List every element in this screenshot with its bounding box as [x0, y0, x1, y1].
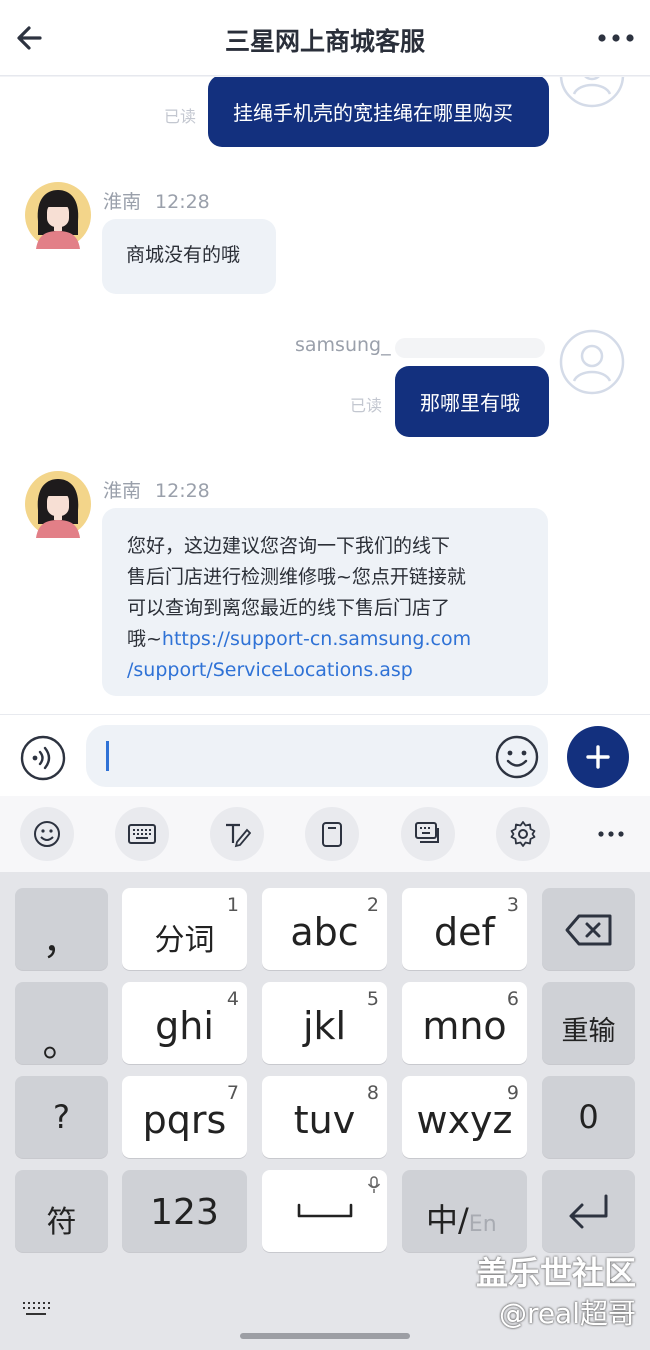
hide-keyboard-icon[interactable]: [20, 1298, 52, 1322]
key-7[interactable]: pqrs 7: [122, 1076, 247, 1158]
message-text: 商城没有的哦: [126, 244, 241, 266]
agent-avatar-icon: [24, 470, 92, 538]
message-line: 您好，这边建议您咨询一下我们的线下: [127, 535, 451, 557]
clipboard-icon[interactable]: [305, 807, 359, 861]
message-input[interactable]: [86, 725, 548, 787]
backspace-icon: [565, 914, 612, 946]
key-2[interactable]: abc 2: [262, 888, 387, 970]
settings-icon[interactable]: [496, 807, 550, 861]
watermark-community: 盖乐世社区: [475, 1254, 636, 1292]
home-indicator: [240, 1333, 410, 1339]
message-text: 那哪里有哦: [420, 391, 520, 415]
enter-key[interactable]: [542, 1170, 635, 1252]
message-time: 12:28: [155, 480, 210, 502]
message-meta: 淮南 12:28: [103, 476, 210, 503]
key-5[interactable]: jkl 5: [262, 982, 387, 1064]
read-status: 已读: [350, 396, 383, 415]
agent-avatar-icon: [24, 181, 92, 249]
text-caret: [106, 741, 109, 771]
microphone-icon: [367, 1176, 381, 1193]
key-0[interactable]: 0: [542, 1076, 635, 1158]
key-9[interactable]: wxyz 9: [402, 1076, 527, 1158]
enter-icon: [569, 1194, 608, 1229]
message-line: 售后门店进行检测维修哦~您点开链接就: [127, 566, 466, 588]
chat-screen: 三星网上商城客服 已读 挂绳手机壳的宽挂绳在哪里购买 淮南 12:28 商城没有…: [0, 0, 650, 1350]
outgoing-message[interactable]: 那哪里有哦: [395, 366, 549, 437]
plus-icon: [586, 745, 610, 769]
space-icon: [297, 1203, 353, 1218]
more-icon[interactable]: [596, 24, 636, 52]
keyboard-icon[interactable]: [115, 807, 169, 861]
page-title: 三星网上商城客服: [224, 27, 425, 56]
key-period[interactable]: 。: [15, 982, 108, 1065]
add-attachment-button[interactable]: [567, 726, 629, 788]
input-bar: [0, 714, 650, 796]
keyboard-toolbar: [0, 796, 650, 872]
key-comma[interactable]: ，: [15, 888, 108, 970]
message-text: 挂绳手机壳的宽挂绳在哪里购买: [233, 101, 513, 125]
outgoing-message[interactable]: 挂绳手机壳的宽挂绳在哪里购买: [208, 77, 549, 147]
numbers-key[interactable]: 123: [122, 1170, 247, 1252]
symbols-key[interactable]: 符: [15, 1170, 108, 1252]
watermark-author: @real超哥: [498, 1297, 636, 1330]
key-1[interactable]: 分词 1: [122, 888, 247, 970]
message-time: 12:28: [155, 191, 210, 213]
header: 三星网上商城客服: [0, 0, 650, 76]
key-6[interactable]: mno 6: [402, 982, 527, 1064]
one-handed-keyboard-icon[interactable]: [401, 807, 455, 861]
sender-name: samsung_: [295, 334, 550, 364]
service-location-link-continued[interactable]: /support/ServiceLocations.asp: [127, 655, 471, 686]
space-key[interactable]: [262, 1170, 387, 1252]
read-status: 已读: [164, 107, 197, 126]
key-3[interactable]: def 3: [402, 888, 527, 970]
chat-messages[interactable]: 已读 挂绳手机壳的宽挂绳在哪里购买 淮南 12:28 商城没有的哦 samsung…: [0, 77, 650, 714]
reenter-key[interactable]: 重输: [542, 982, 635, 1064]
language-switch-key[interactable]: 中/En: [402, 1170, 527, 1252]
service-location-link[interactable]: https://support-cn.samsung.com: [162, 628, 471, 650]
key-question[interactable]: ?: [15, 1076, 108, 1158]
handwriting-icon[interactable]: [210, 807, 264, 861]
user-avatar-icon: [559, 77, 625, 108]
voice-input-icon[interactable]: [20, 735, 66, 781]
key-4[interactable]: ghi 4: [122, 982, 247, 1064]
sender-name: 淮南: [103, 191, 142, 213]
incoming-message[interactable]: 商城没有的哦: [102, 219, 276, 294]
sender-name: 淮南: [103, 480, 142, 502]
message-line: 哦~: [127, 628, 162, 650]
key-8[interactable]: tuv 8: [262, 1076, 387, 1158]
message-line: 可以查询到离您最近的线下售后门店了: [127, 597, 451, 619]
more-icon[interactable]: [584, 807, 638, 861]
emoji-icon[interactable]: [494, 734, 540, 780]
redaction-blur: [395, 338, 545, 358]
incoming-message[interactable]: 您好，这边建议您咨询一下我们的线下 售后门店进行检测维修哦~您点开链接就 可以查…: [102, 508, 548, 696]
emoji-icon[interactable]: [20, 807, 74, 861]
backspace-key[interactable]: [542, 888, 635, 970]
message-meta: 淮南 12:28: [103, 187, 210, 214]
user-avatar-icon: [559, 329, 625, 395]
